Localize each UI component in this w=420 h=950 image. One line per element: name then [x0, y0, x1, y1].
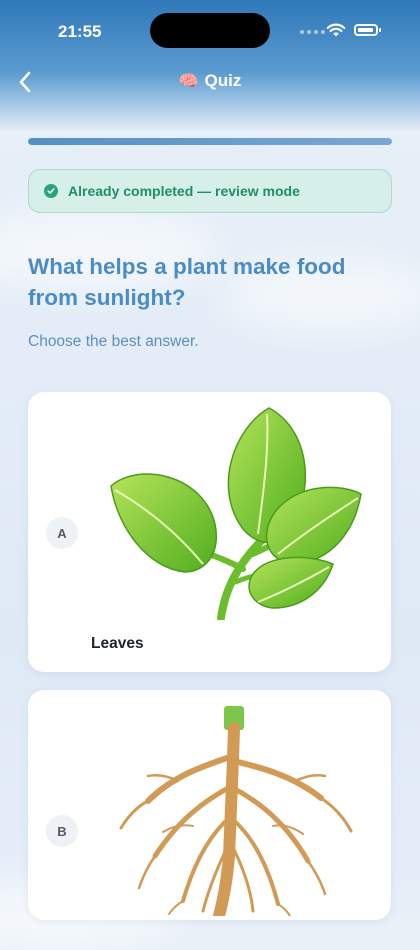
option-letter-badge: B: [46, 815, 78, 847]
quiz-progress-fill: [28, 138, 392, 145]
roots-illustration: [119, 706, 353, 916]
leaves-illustration: [110, 407, 362, 620]
status-time: 21:55: [58, 22, 102, 41]
banner-text: Already completed — review mode: [68, 183, 300, 199]
status-bar: 21:55: [0, 0, 420, 60]
navigation-bar: 🧠 Quiz: [0, 62, 420, 102]
page-title: 🧠 Quiz: [0, 71, 420, 91]
cellular-signal-icon: [300, 30, 325, 34]
brain-icon: 🧠: [178, 73, 199, 90]
question-text: What helps a plant make food from sunlig…: [28, 254, 346, 310]
wifi-icon: [326, 23, 346, 37]
dynamic-island: [150, 13, 270, 48]
option-label: Leaves: [91, 635, 144, 652]
review-mode-banner: Already completed — review mode: [28, 169, 392, 213]
option-letter-badge: A: [46, 517, 78, 549]
question-instruction: Choose the best answer.: [28, 333, 199, 350]
check-circle-icon: [44, 184, 58, 198]
answer-option-b[interactable]: B: [28, 690, 391, 920]
page-title-text: Quiz: [204, 71, 242, 90]
battery-icon: [354, 24, 381, 36]
quiz-progress-bar: [28, 138, 392, 145]
answer-option-a[interactable]: A Leaves: [28, 392, 391, 672]
